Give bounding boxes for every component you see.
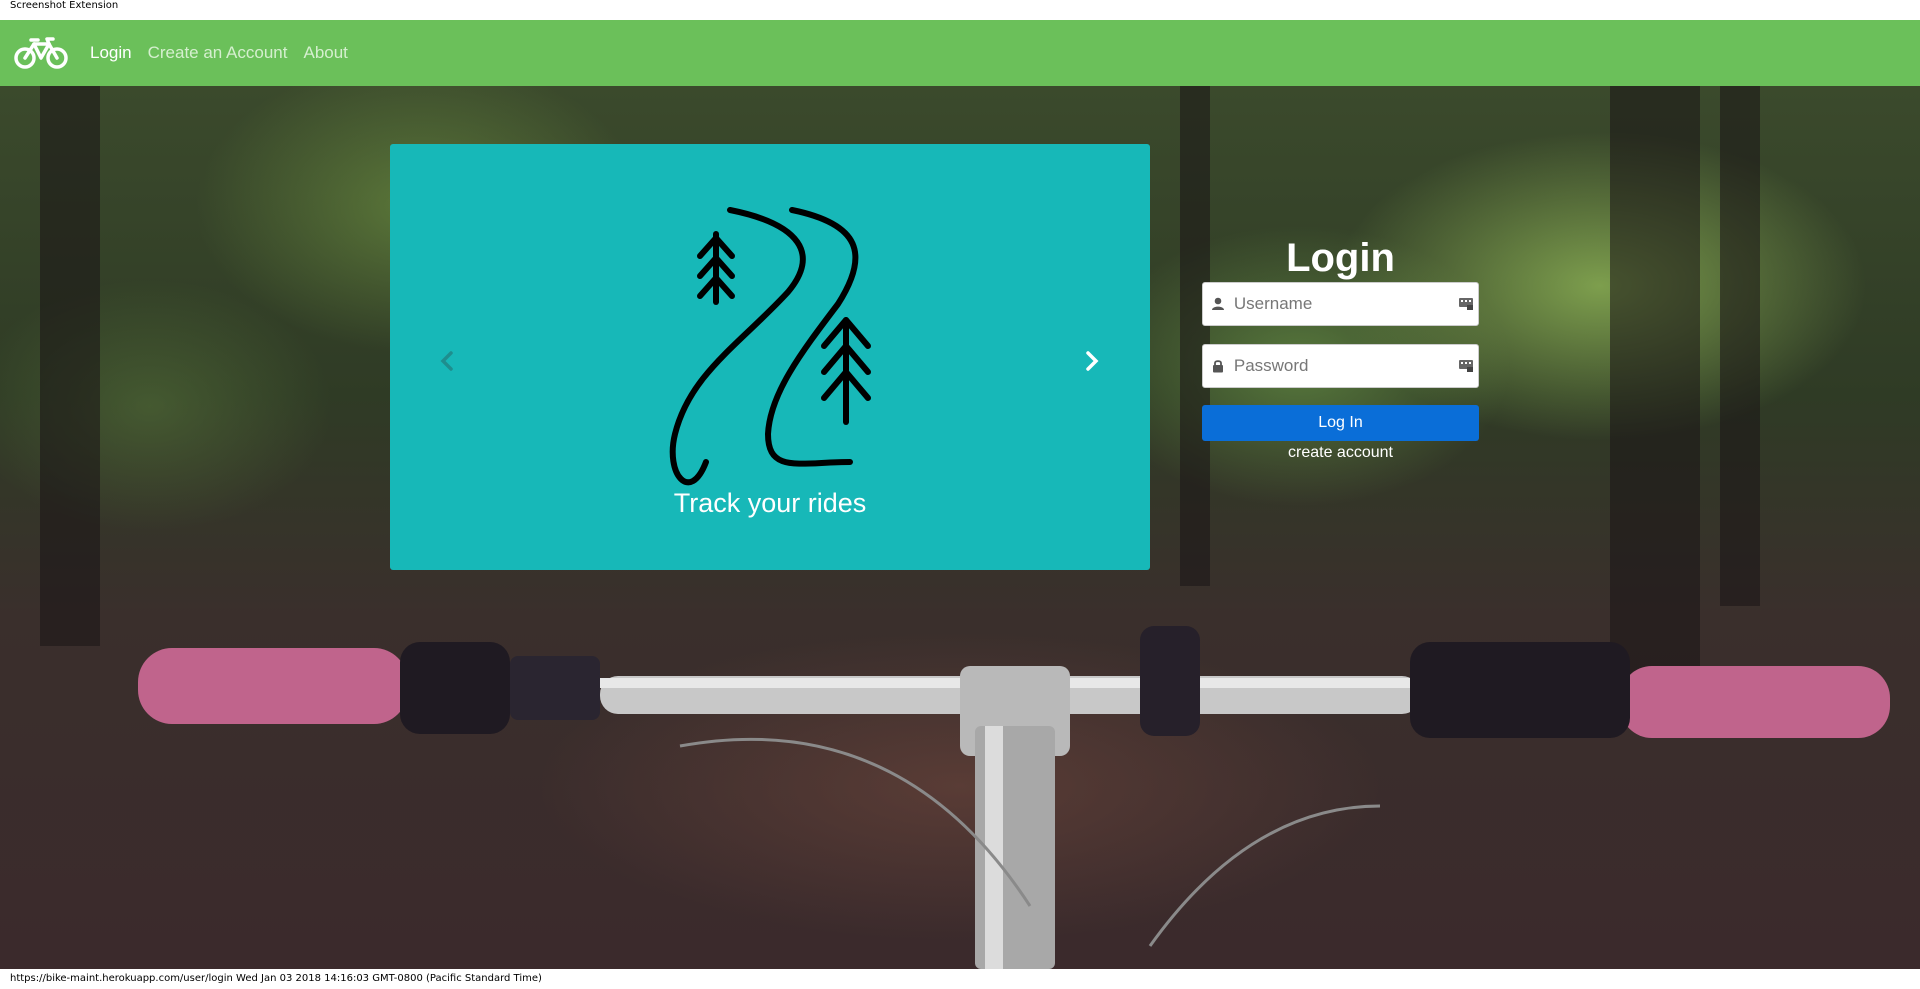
extension-title: Screenshot Extension [10,0,119,11]
nav-link-about[interactable]: About [303,43,347,63]
nav-link-login[interactable]: Login [90,43,132,63]
password-input[interactable] [1233,346,1455,386]
carousel-caption: Track your rides [673,488,867,518]
hero-background: Track your rides Login Username Log In c… [0,86,1920,969]
brand-logo[interactable] [14,35,68,71]
password-manager-icon[interactable] [1455,297,1478,311]
chevron-right-icon [1086,351,1099,371]
password-field[interactable] [1202,344,1479,388]
lock-icon [1203,359,1234,373]
nav-link-create-account[interactable]: Create an Account [148,43,288,63]
login-title: Login [1286,236,1395,280]
create-account-link[interactable]: create account [1202,444,1479,462]
feature-carousel: Track your rides [390,144,1150,570]
password-manager-icon[interactable] [1455,359,1478,373]
carousel-prev-button[interactable] [432,344,462,378]
bicycle-icon [14,37,68,69]
carousel-next-button[interactable] [1077,344,1107,378]
login-submit-button[interactable]: Log In [1202,405,1479,441]
extension-title-bar: Screenshot Extension [0,0,1920,20]
top-navbar: Login Create an Account About [0,20,1920,86]
chevron-left-icon [440,351,453,371]
status-bar: https://bike-maint.herokuapp.com/user/lo… [0,969,1920,989]
login-form: Login Username Log In create account [1202,234,1479,462]
status-bar-text: https://bike-maint.herokuapp.com/user/lo… [10,973,542,984]
username-input[interactable] [1233,284,1455,324]
username-field[interactable] [1202,282,1479,326]
user-icon [1203,297,1234,311]
